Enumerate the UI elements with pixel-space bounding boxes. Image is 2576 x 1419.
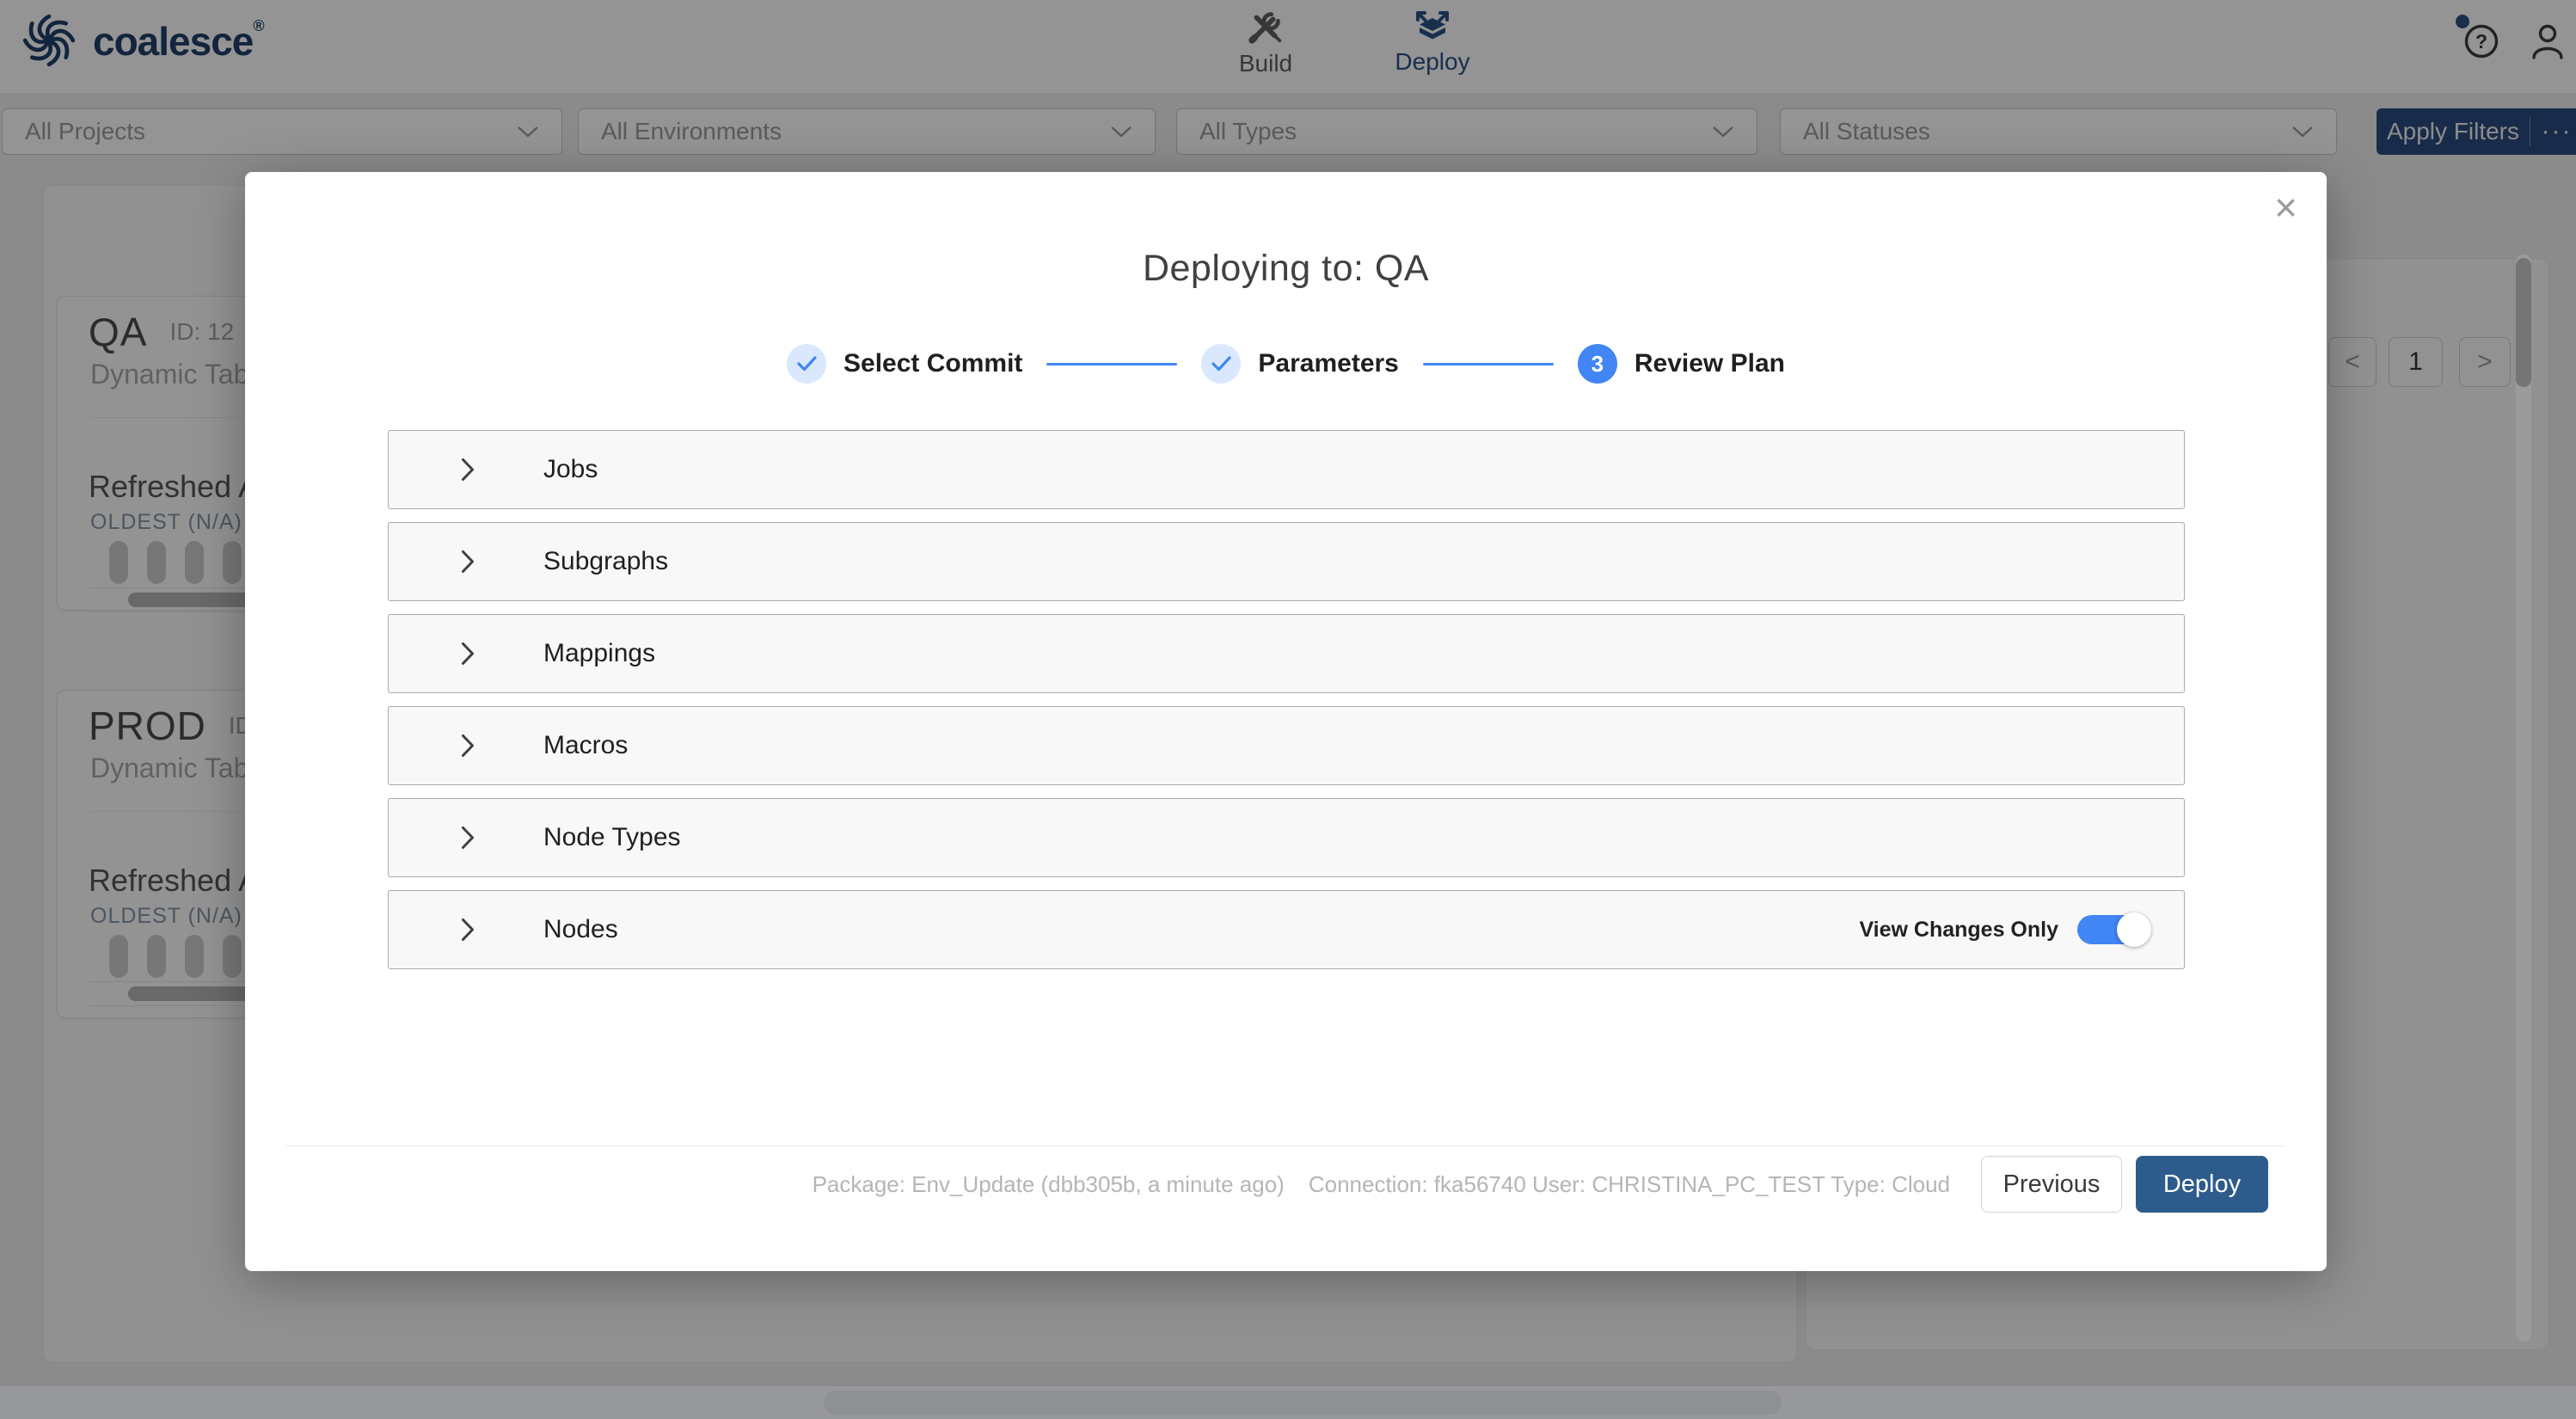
step-review-plan[interactable]: 3 Review Plan [1577,344,1785,384]
vertical-scrollbar-thumb[interactable] [2516,258,2531,387]
horizontal-scrollbar[interactable] [0,1386,2576,1419]
deploy-modal: × Deploying to: QA Select Commit Paramet… [245,172,2327,1271]
step-check-icon [1201,344,1242,384]
chevron-right-icon [461,642,475,666]
accordion-section-node-types[interactable]: Node Types [388,798,2185,877]
section-label: Node Types [543,823,681,851]
chevron-right-icon [461,826,475,850]
chevron-right-icon [461,918,475,942]
accordion-section-nodes[interactable]: Nodes View Changes Only [388,890,2185,969]
step-label: Parameters [1258,349,1399,378]
section-label: Subgraphs [543,547,669,575]
section-label: Jobs [543,455,598,483]
accordion-section-jobs[interactable]: Jobs [388,430,2185,509]
connection-info: Connection: fka56740 User: CHRISTINA_PC_… [1308,1170,1950,1197]
section-label: Nodes [543,915,618,943]
section-label: Macros [543,731,629,759]
step-check-icon [787,344,827,384]
accordion-section-macros[interactable]: Macros [388,706,2185,785]
close-icon[interactable]: × [2274,187,2297,227]
view-changes-only-label: View Changes Only [1859,917,2058,942]
modal-title: Deploying to: QA [1142,248,1430,289]
accordion-section-mappings[interactable]: Mappings [388,614,2185,693]
deployment-meta: Package: Env_Update (dbb305b, a minute a… [813,1171,1950,1198]
horizontal-scrollbar-thumb[interactable] [824,1391,1782,1415]
step-label: Select Commit [843,349,1023,378]
chevron-right-icon [461,734,475,758]
step-connector [1422,362,1554,366]
modal-footer: Package: Env_Update (dbb305b, a minute a… [245,1156,2268,1213]
vertical-scrollbar[interactable] [2516,255,2531,1342]
previous-button[interactable]: Previous [1981,1156,2122,1213]
step-select-commit[interactable]: Select Commit [787,344,1022,384]
step-number-badge: 3 [1577,344,1617,384]
deploy-button[interactable]: Deploy [2136,1156,2268,1213]
section-label: Mappings [543,639,656,667]
step-parameters[interactable]: Parameters [1201,344,1399,384]
step-connector [1046,362,1178,366]
deploy-stepper: Select Commit Parameters 3 Review Plan [245,344,2327,384]
chevron-right-icon [461,458,475,482]
chevron-right-icon [461,550,475,574]
step-label: Review Plan [1634,349,1785,378]
package-info: Package: Env_Update (dbb305b, a minute a… [812,1170,1285,1197]
view-changes-only-toggle[interactable] [2077,912,2151,947]
accordion-section-subgraphs[interactable]: Subgraphs [388,522,2185,601]
toggle-knob [2117,912,2151,947]
